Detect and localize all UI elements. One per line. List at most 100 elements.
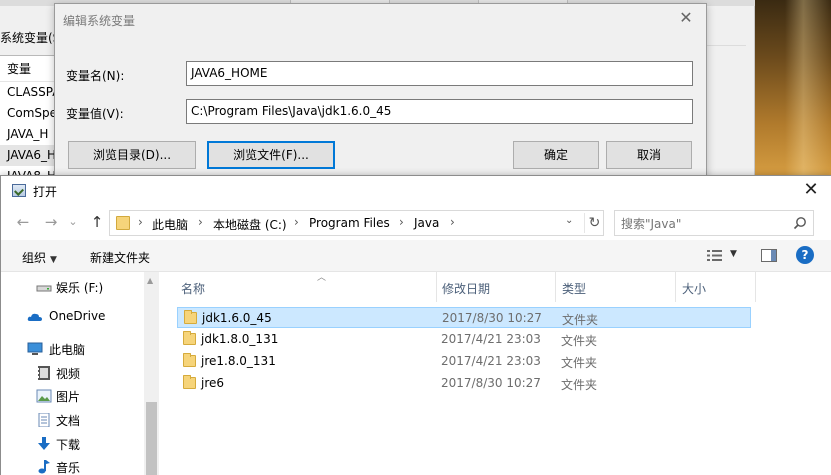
file-row-jdk1-8-0-131[interactable]: jdk1.8.0_131 2017/4/21 23:03 文件夹 <box>177 329 751 350</box>
refresh-icon[interactable]: ↻ <box>584 213 604 233</box>
close-icon[interactable]: ✕ <box>676 8 696 28</box>
nav-item-label: 音乐 <box>56 461 81 475</box>
scroll-up-icon[interactable]: ▲ <box>147 276 153 285</box>
navigation-scrollbar[interactable]: ▲ <box>144 272 159 475</box>
pictures-icon <box>36 389 52 403</box>
column-header-type[interactable]: 类型 <box>556 272 676 302</box>
system-variables-list[interactable]: 变量 CLASSPA ComSpe JAVA_H JAVA6_H JAVA8_H <box>0 55 56 183</box>
nav-item-drive-f[interactable]: 娱乐 (F:) <box>1 276 144 298</box>
column-header-name[interactable]: 名称 ︿ <box>177 272 437 302</box>
list-item[interactable]: JAVA_H <box>0 124 55 145</box>
forward-arrow-icon[interactable]: → <box>41 212 61 232</box>
breadcrumb-this-pc[interactable]: 此电脑 <box>152 216 188 233</box>
nav-item-this-pc[interactable]: 此电脑 <box>1 338 144 360</box>
nav-item-pictures[interactable]: 图片 <box>1 385 144 407</box>
nav-item-label: OneDrive <box>49 309 106 323</box>
nav-item-documents[interactable]: 文档 <box>1 409 144 431</box>
scrollbar-thumb[interactable] <box>146 402 157 475</box>
search-box[interactable] <box>614 210 814 236</box>
cancel-button[interactable]: 取消 <box>606 141 692 169</box>
title-bar: 打开 ✕ <box>1 176 831 206</box>
nav-item-videos[interactable]: 视频 <box>1 362 144 384</box>
up-arrow-icon[interactable]: ↑ <box>87 212 107 232</box>
variable-value-label: 变量值(V): <box>66 107 124 121</box>
documents-icon <box>38 413 50 427</box>
file-row-jre6[interactable]: jre6 2017/8/30 10:27 文件夹 <box>177 373 751 394</box>
variable-value-field[interactable]: C:\Program Files\Java\jdk1.6.0_45 <box>186 99 693 124</box>
chevron-right-icon[interactable]: › <box>450 215 455 229</box>
music-icon <box>38 460 50 474</box>
folder-icon <box>183 331 196 345</box>
breadcrumb-local-disk[interactable]: 本地磁盘 (C:) <box>213 216 287 233</box>
breadcrumb-program-files[interactable]: Program Files <box>309 216 390 230</box>
video-icon <box>38 366 50 380</box>
nav-item-downloads[interactable]: 下载 <box>1 433 144 455</box>
chevron-right-icon[interactable]: › <box>399 215 404 229</box>
variable-column-header[interactable]: 变量 <box>0 56 55 82</box>
computer-icon <box>27 342 43 355</box>
organize-label: 组织 <box>22 251 47 265</box>
navigation-bar: ← → ⌄ ↑ › 此电脑 › 本地磁盘 (C:) › Program File… <box>1 206 831 240</box>
file-modified: 2017/4/21 23:03 <box>441 332 541 346</box>
nav-item-music[interactable]: 音乐 <box>1 456 144 475</box>
nav-item-label: 娱乐 (F:) <box>56 281 104 295</box>
list-item[interactable]: ComSpe <box>0 103 55 124</box>
browse-file-button[interactable]: 浏览文件(F)... <box>207 141 335 169</box>
onedrive-icon <box>27 313 42 321</box>
file-modified: 2017/4/21 23:03 <box>441 354 541 368</box>
address-bar[interactable]: › 此电脑 › 本地磁盘 (C:) › Program Files › Java… <box>109 210 604 236</box>
column-header-label: 修改日期 <box>442 282 491 296</box>
chevron-down-icon[interactable]: ▼ <box>730 249 737 259</box>
back-arrow-icon[interactable]: ← <box>13 212 33 232</box>
nav-item-label: 文档 <box>56 414 81 428</box>
folder-icon <box>183 375 196 389</box>
file-row-jre1-8-0-131[interactable]: jre1.8.0_131 2017/4/21 23:03 文件夹 <box>177 351 751 372</box>
column-header-label: 类型 <box>562 282 587 296</box>
nav-item-label: 图片 <box>56 390 81 404</box>
chevron-down-icon[interactable]: ⌄ <box>565 215 573 226</box>
file-modified: 2017/8/30 10:27 <box>441 376 541 390</box>
column-header-modified[interactable]: 修改日期 <box>437 272 556 302</box>
chevron-right-icon[interactable]: › <box>138 215 143 229</box>
dialog-title: 打开 <box>33 185 58 199</box>
sort-ascending-icon: ︿ <box>317 273 327 283</box>
divider <box>706 45 746 46</box>
search-input[interactable] <box>621 215 781 232</box>
breadcrumb-java[interactable]: Java <box>414 216 439 230</box>
column-header-label: 大小 <box>682 282 707 296</box>
organize-menu[interactable]: 组织 ▼ <box>22 249 57 266</box>
nav-item-label: 此电脑 <box>49 343 86 357</box>
details-view-icon[interactable] <box>707 249 723 262</box>
help-icon[interactable]: ? <box>796 246 814 264</box>
downloads-icon <box>38 437 50 450</box>
column-header-size[interactable]: 大小 <box>676 272 756 302</box>
nav-item-label: 视频 <box>56 367 81 381</box>
browse-directory-button[interactable]: 浏览目录(D)... <box>68 141 196 169</box>
file-name: jre1.8.0_131 <box>201 354 276 368</box>
search-icon[interactable] <box>793 216 807 230</box>
preview-pane-icon[interactable] <box>761 249 777 262</box>
chevron-right-icon[interactable]: › <box>294 215 299 229</box>
close-icon[interactable]: ✕ <box>799 178 823 202</box>
ok-button[interactable]: 确定 <box>513 141 599 169</box>
nav-item-label: 下载 <box>56 438 81 452</box>
list-item[interactable]: CLASSPA <box>0 82 55 103</box>
dialog-title: 编辑系统变量 <box>63 14 136 28</box>
column-header-label: 名称 <box>181 282 206 296</box>
chevron-right-icon[interactable]: › <box>198 215 203 229</box>
file-list: 名称 ︿ 修改日期 类型 大小 jdk1.6.0_45 2017/8/30 10… <box>159 272 831 475</box>
variable-name-field[interactable]: JAVA6_HOME <box>186 61 693 86</box>
system-variables-label: 系统变量(S <box>0 31 61 45</box>
recent-locations-icon[interactable]: ⌄ <box>63 212 83 232</box>
file-type: 文件夹 <box>561 378 598 392</box>
file-row-jdk1-6-0-45[interactable]: jdk1.6.0_45 2017/8/30 10:27 文件夹 <box>177 307 751 328</box>
navigation-pane: 娱乐 (F:) OneDrive 此电脑 视频 图片 文档 下载 音乐 ▲ <box>1 272 159 475</box>
file-name: jdk1.8.0_131 <box>201 332 279 346</box>
nav-item-onedrive[interactable]: OneDrive <box>1 306 144 328</box>
open-dialog-icon <box>12 184 26 197</box>
file-name: jre6 <box>201 376 225 390</box>
new-folder-button[interactable]: 新建文件夹 <box>90 249 150 266</box>
command-toolbar: 组织 ▼ 新建文件夹 ▼ ? <box>1 240 831 272</box>
file-name: jdk1.6.0_45 <box>202 311 272 325</box>
list-item[interactable]: JAVA6_H <box>0 145 55 166</box>
